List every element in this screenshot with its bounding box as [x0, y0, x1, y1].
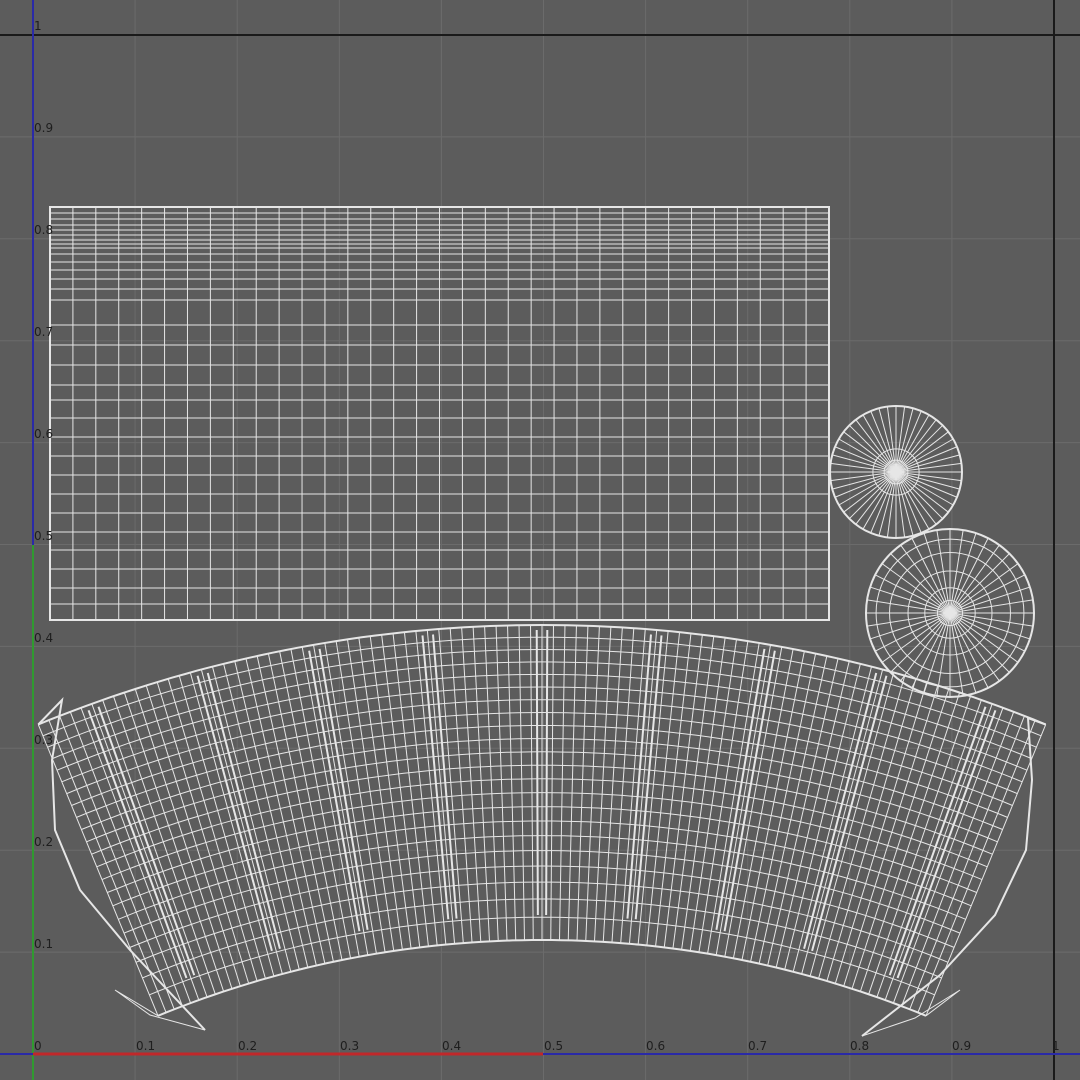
cushion-seam-line [545, 630, 549, 916]
y-tick-label: 0.4 [34, 631, 53, 645]
round-cap-bottom-shell[interactable] [865, 528, 1035, 698]
x-tick-label: 0.3 [340, 1039, 359, 1053]
y-tick-label: 1 [34, 19, 42, 33]
y-tick-label: 0.7 [34, 325, 53, 339]
x-tick-label: 0.9 [952, 1039, 971, 1053]
x-tick-label: 0.7 [748, 1039, 767, 1053]
x-tick-label: 0.2 [238, 1039, 257, 1053]
y-tick-label: 0.1 [34, 937, 53, 951]
cushion-seam-line [535, 630, 539, 916]
y-tick-label: 0.5 [34, 529, 53, 543]
y-tick-label: 0.8 [34, 223, 53, 237]
x-tick-label: 0.4 [442, 1039, 461, 1053]
y-tick-label: 0.9 [34, 121, 53, 135]
x-tick-label: 0.1 [136, 1039, 155, 1053]
uv-canvas[interactable]: 0 0.1 0.2 0.3 0.4 0.5 0.6 0.7 0.8 0.9 1 … [0, 0, 1080, 1080]
y-tick-label: 0.6 [34, 427, 53, 441]
x-tick-label: 1 [1052, 1039, 1060, 1053]
y-tick-label: 0.2 [34, 835, 53, 849]
x-tick-label: 0.8 [850, 1039, 869, 1053]
round-cap-top-shell[interactable] [829, 405, 963, 539]
x-tick-label: 0.6 [646, 1039, 665, 1053]
y-tick-label: 0.3 [34, 733, 53, 747]
uv-editor-viewport[interactable]: 0 0.1 0.2 0.3 0.4 0.5 0.6 0.7 0.8 0.9 1 … [0, 0, 1080, 1080]
x-tick-label: 0.5 [544, 1039, 563, 1053]
x-tick-label: 0 [34, 1039, 42, 1053]
